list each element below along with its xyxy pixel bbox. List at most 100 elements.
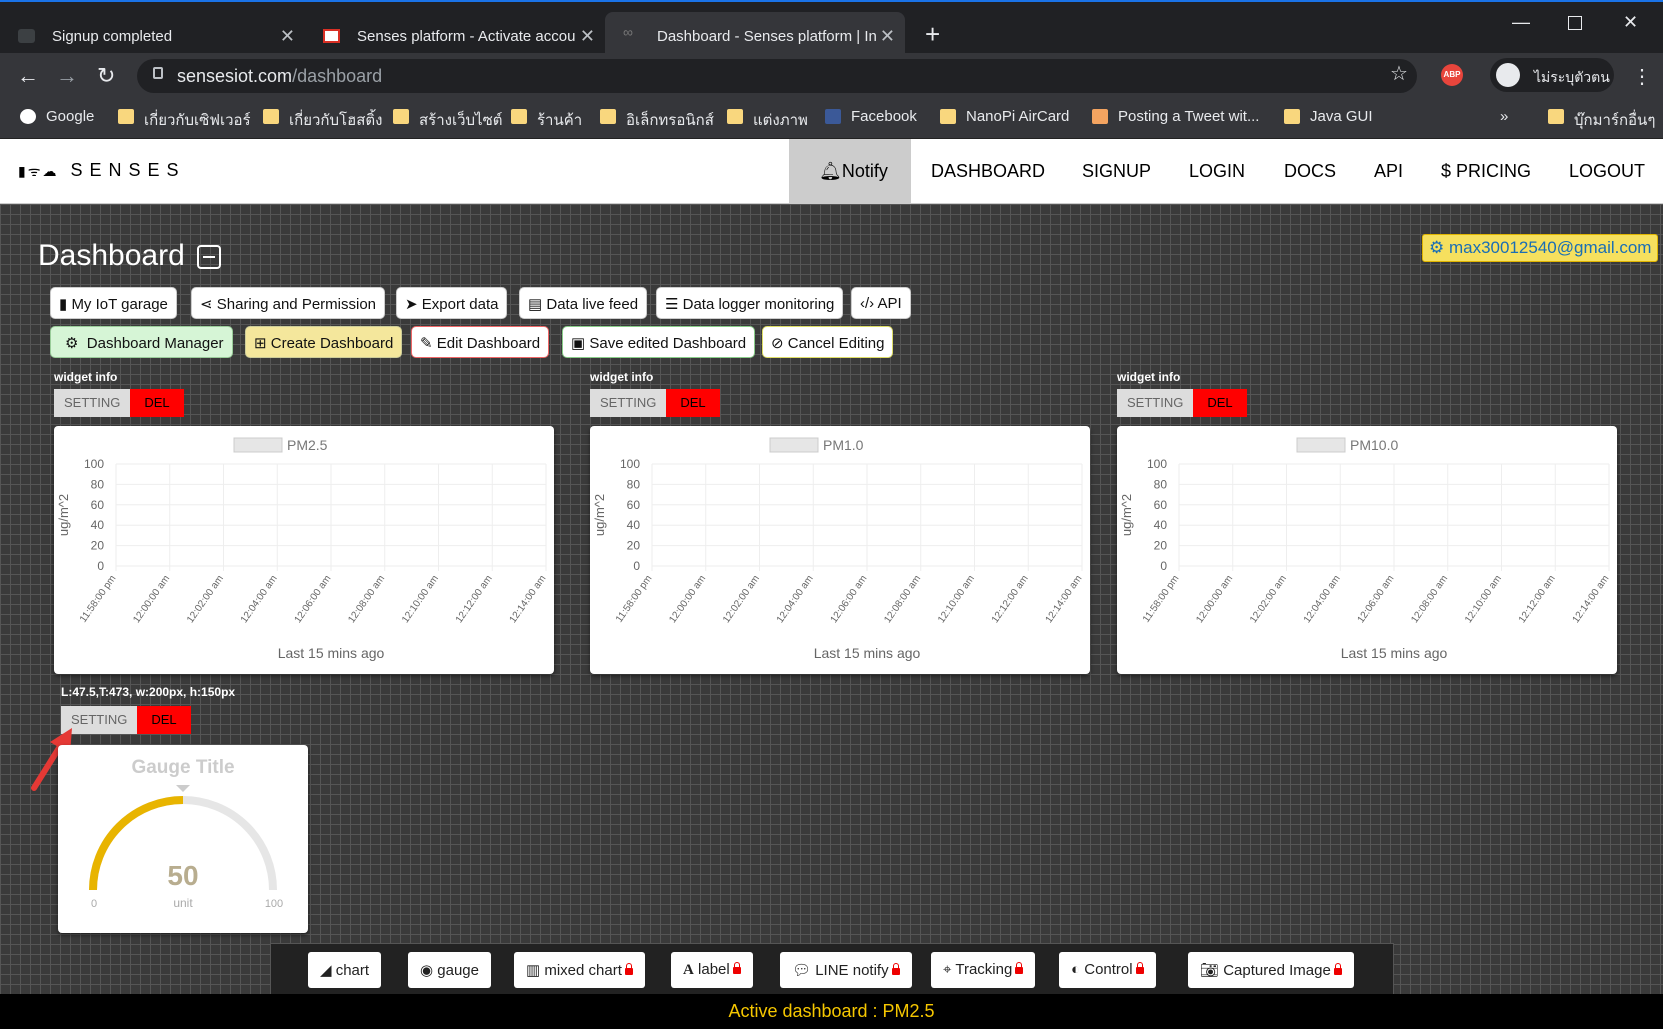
dashboard-canvas: Dashboard ⚙ max30012540@gmail.com ▮ My I… [0, 204, 1663, 994]
chart-widget-pm25[interactable]: PM2.5 0 20 40 60 80 100 11:58:00 pm 12:00:00 am 1… [54, 426, 554, 674]
browser-tab[interactable]: Senses platform - Activate accou ✕ [305, 12, 605, 55]
button-label: Save edited Dashboard [589, 335, 747, 352]
data-live-feed-button[interactable]: ▤ Data live feed [519, 287, 648, 319]
nav-signup[interactable]: SIGNUP [1082, 139, 1151, 204]
minimize-icon[interactable]: — [1512, 12, 1530, 33]
button-label: Create Dashboard [270, 335, 394, 352]
setting-button[interactable]: SETTING [590, 389, 667, 417]
chart-widget-pm100[interactable]: PM10.0 0 20 40 60 80 100 11:58:00 pm 12:00:00 am… [1117, 426, 1617, 674]
bookmark-item[interactable]: แต่งภาพ [727, 108, 808, 132]
x-tick-label: 12:02:00 am [185, 573, 226, 625]
cancel-editing-button[interactable]: ⊘ Cancel Editing [762, 326, 894, 358]
delete-button[interactable]: DEL [666, 389, 720, 417]
x-tick-label: 12:14:00 am [508, 573, 549, 625]
more-bookmarks-icon[interactable]: » [1500, 108, 1508, 125]
adblock-icon[interactable]: ABP [1441, 64, 1463, 86]
forward-icon[interactable]: → [56, 63, 78, 89]
delete-button[interactable]: DEL [1193, 389, 1247, 417]
maximize-icon[interactable] [1568, 16, 1582, 30]
nav-docs[interactable]: DOCS [1284, 139, 1336, 204]
nav-logout[interactable]: LOGOUT [1569, 139, 1645, 204]
bookmark-item[interactable]: ร้านค้า [511, 108, 582, 132]
setting-button[interactable]: SETTING [1117, 389, 1194, 417]
bookmark-facebook[interactable]: Facebook [825, 108, 917, 125]
logo-icons: ▮ᯤ☁ [18, 163, 59, 179]
browser-tab-active[interactable]: ∞ Dashboard - Senses platform | In ✕ [605, 12, 905, 55]
nav-login[interactable]: LOGIN [1189, 139, 1245, 204]
bookmark-item[interactable]: NanoPi AirCard [940, 108, 1069, 125]
tab-title: Signup completed [52, 28, 173, 45]
export-data-button[interactable]: ➤ Export data [396, 287, 508, 319]
data-logger-button[interactable]: ☰ Data logger monitoring [656, 287, 844, 319]
new-tab-icon[interactable]: + [925, 19, 940, 50]
add-gauge-button[interactable]: ◉ gauge [408, 952, 491, 988]
dashboard-icon: ◉ [420, 962, 434, 979]
tab-close-icon[interactable]: ✕ [280, 26, 295, 47]
bookmark-item[interactable]: Posting a Tweet wit... [1092, 108, 1259, 125]
bookmark-item[interactable]: อิเล็กทรอนิกส์ [600, 108, 714, 132]
my-iot-garage-button[interactable]: ▮ My IoT garage [50, 287, 177, 319]
y-tick-label: 100 [1147, 457, 1167, 471]
gear-icon: ⚙ [65, 335, 79, 352]
gauge-widget[interactable]: Gauge Title 50 unit 0 100 [58, 745, 308, 933]
chart-widget-pm10[interactable]: PM1.0 0 20 40 60 80 100 11:58:00 pm 12:00:00 am 1… [590, 426, 1090, 674]
browser-tab[interactable]: Signup completed ✕ [0, 12, 305, 55]
y-tick-label: 40 [91, 518, 105, 532]
browser-toolbar: ← → ↻ sensesiot.com/dashboard [0, 53, 1663, 99]
bookmark-star-icon[interactable]: ☆ [1390, 61, 1408, 86]
button-label: My IoT garage [71, 296, 168, 313]
x-tick-label: 12:00:00 am [667, 573, 708, 625]
x-tick-label: 12:08:00 am [346, 573, 387, 625]
bookmark-item[interactable]: Java GUI [1284, 108, 1373, 125]
lock-icon [891, 963, 900, 975]
nav-notify[interactable]: 🔔︎Notify [789, 139, 911, 204]
tab-close-icon[interactable]: ✕ [880, 26, 895, 47]
lock-icon [1333, 963, 1342, 975]
line-chart: PM10.0 0 20 40 60 80 100 11:58:00 pm 12:00:00 am… [1119, 437, 1611, 661]
setting-button[interactable]: SETTING [54, 389, 131, 417]
add-tracking-button[interactable]: ⌖ Tracking [931, 952, 1036, 988]
folder-icon [940, 109, 956, 124]
y-tick-label: 0 [1160, 559, 1167, 573]
site-logo[interactable]: ▮ᯤ☁ SENSES [18, 160, 186, 181]
user-email-badge[interactable]: ⚙ max30012540@gmail.com [1422, 234, 1659, 262]
bookmark-item[interactable]: เกี่ยวกับโฮสติ้ง [263, 108, 382, 132]
save-dashboard-button[interactable]: ▣ Save edited Dashboard [562, 326, 756, 358]
collapse-icon[interactable] [197, 245, 222, 270]
nav-pricing[interactable]: $ PRICING [1441, 139, 1531, 204]
bookmark-google[interactable]: Google [20, 108, 94, 125]
browser-menu-icon[interactable]: ⋮ [1632, 64, 1652, 89]
x-tick-label: 12:04:00 am [1302, 573, 1343, 625]
api-button[interactable]: ‹/› API [851, 287, 911, 319]
nav-api[interactable]: API [1374, 139, 1403, 204]
sharing-button[interactable]: ⋖ Sharing and Permission [191, 287, 386, 319]
back-icon[interactable]: ← [17, 63, 39, 89]
bookmark-label: เกี่ยวกับโฮสติ้ง [289, 112, 383, 129]
add-captured-image-button[interactable]: 📷︎ Captured Image [1188, 952, 1354, 988]
reload-icon[interactable]: ↻ [97, 63, 115, 89]
add-label-button[interactable]: A label [671, 952, 753, 988]
bookmark-item[interactable]: สร้างเว็บไซต์ [393, 108, 503, 132]
other-bookmarks[interactable]: บุ๊กมาร์กอื่นๆ [1548, 108, 1655, 132]
bookmark-label: แต่งภาพ [753, 112, 808, 129]
nav-dashboard[interactable]: DASHBOARD [931, 139, 1045, 204]
add-chart-button[interactable]: ◢ chart [308, 952, 382, 988]
add-mixed-chart-button[interactable]: ▥ mixed chart [514, 952, 645, 988]
bookmark-label: เกี่ยวกับเซิฟเวอร์ [144, 112, 251, 129]
edit-dashboard-button[interactable]: ✎ Edit Dashboard [411, 326, 550, 358]
add-line-notify-button[interactable]: 💬︎ LINE notify [780, 952, 912, 988]
gauge-title: Gauge Title [131, 757, 234, 778]
dashboard-manager-button[interactable]: ⚙ Dashboard Manager [50, 326, 233, 358]
address-bar[interactable]: sensesiot.com/dashboard [137, 59, 1417, 93]
add-control-button[interactable]: ◐ Control [1059, 952, 1156, 988]
bookmark-item[interactable]: เกี่ยวกับเซิฟเวอร์ [118, 108, 251, 132]
y-tick-label: 40 [627, 518, 641, 532]
create-dashboard-button[interactable]: ⊞ Create Dashboard [245, 326, 403, 358]
close-window-icon[interactable]: ✕ [1623, 12, 1638, 33]
delete-button[interactable]: DEL [130, 389, 184, 417]
folder-icon [600, 109, 616, 124]
incognito-profile-button[interactable]: ไม่ระบุตัวตน [1490, 58, 1614, 92]
tab-close-icon[interactable]: ✕ [580, 26, 595, 47]
delete-button[interactable]: DEL [137, 706, 191, 734]
bookmark-label: Google [46, 108, 95, 125]
